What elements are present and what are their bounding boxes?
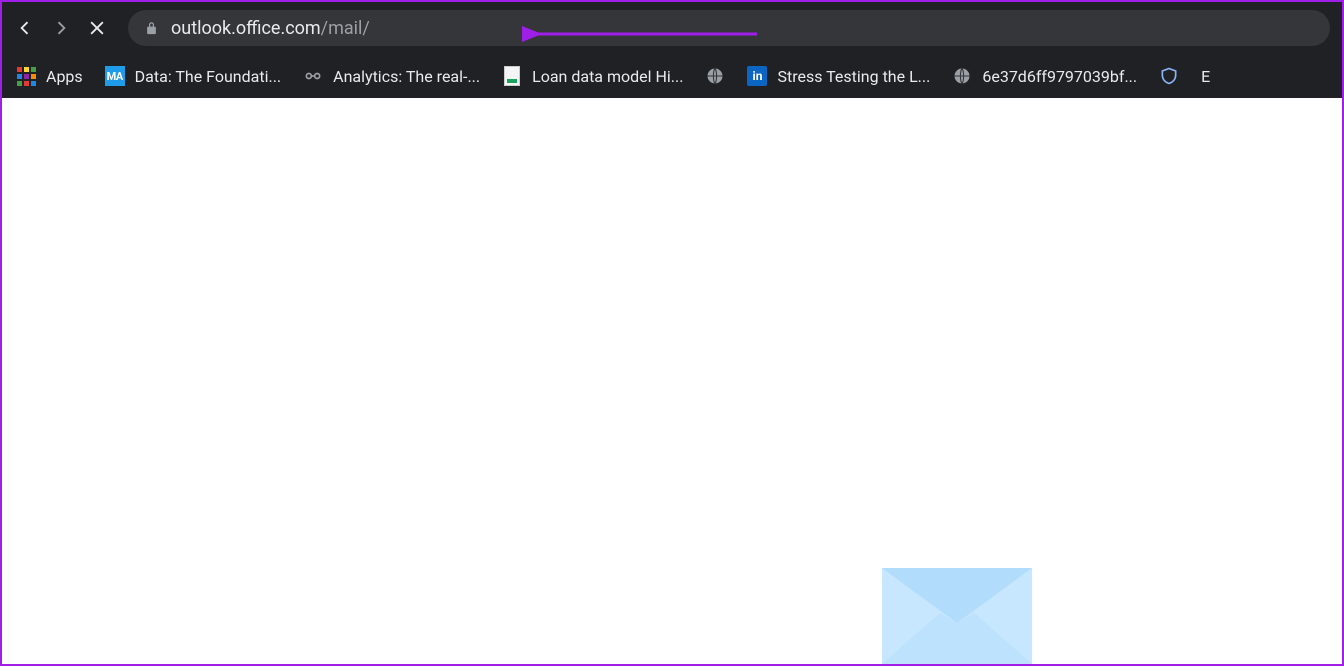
address-bar[interactable]: outlook.office.com/mail/ bbox=[128, 10, 1330, 46]
bookmark-label: Stress Testing the L... bbox=[777, 67, 930, 86]
back-button[interactable] bbox=[14, 17, 36, 39]
page-content bbox=[2, 98, 1342, 664]
bookmark-data-foundation[interactable]: MA Data: The Foundati... bbox=[105, 66, 281, 86]
bookmark-loan-data[interactable]: Loan data model Hi... bbox=[502, 66, 683, 86]
bookmarks-bar: Apps MA Data: The Foundati... Analytics:… bbox=[2, 54, 1342, 98]
favicon-globe-icon bbox=[705, 66, 725, 86]
bookmark-shield[interactable] bbox=[1159, 66, 1179, 86]
bookmark-label: Loan data model Hi... bbox=[532, 67, 683, 86]
bookmark-globe-1[interactable] bbox=[705, 66, 725, 86]
bookmark-analytics[interactable]: Analytics: The real-... bbox=[303, 66, 480, 86]
forward-button[interactable] bbox=[50, 17, 72, 39]
bookmark-trailing[interactable]: E bbox=[1201, 67, 1210, 86]
favicon-ma-icon: MA bbox=[105, 66, 125, 86]
favicon-linkedin-icon: in bbox=[747, 66, 767, 86]
bookmark-label: Data: The Foundati... bbox=[135, 67, 281, 86]
favicon-globe-icon bbox=[952, 66, 972, 86]
apps-grid-icon bbox=[16, 66, 36, 86]
envelope-icon bbox=[882, 568, 1032, 664]
stop-button[interactable] bbox=[86, 17, 108, 39]
lock-icon bbox=[144, 21, 159, 36]
browser-chrome: outlook.office.com/mail/ Apps MA Data: T… bbox=[2, 2, 1342, 98]
browser-toolbar: outlook.office.com/mail/ bbox=[2, 2, 1342, 54]
bookmark-hash[interactable]: 6e37d6ff9797039bf... bbox=[952, 66, 1137, 86]
bookmark-label: 6e37d6ff9797039bf... bbox=[982, 67, 1137, 86]
favicon-document-icon bbox=[502, 66, 522, 86]
url-text: outlook.office.com/mail/ bbox=[171, 18, 370, 39]
bookmark-label: E bbox=[1201, 67, 1210, 86]
bookmark-label: Analytics: The real-... bbox=[333, 67, 480, 86]
url-host: outlook.office.com bbox=[171, 18, 321, 39]
favicon-analytics-icon bbox=[303, 66, 323, 86]
favicon-shield-icon bbox=[1159, 66, 1179, 86]
apps-label: Apps bbox=[46, 67, 83, 86]
url-path: /mail/ bbox=[321, 18, 370, 39]
apps-button[interactable]: Apps bbox=[16, 66, 83, 86]
bookmark-stress-testing[interactable]: in Stress Testing the L... bbox=[747, 66, 930, 86]
